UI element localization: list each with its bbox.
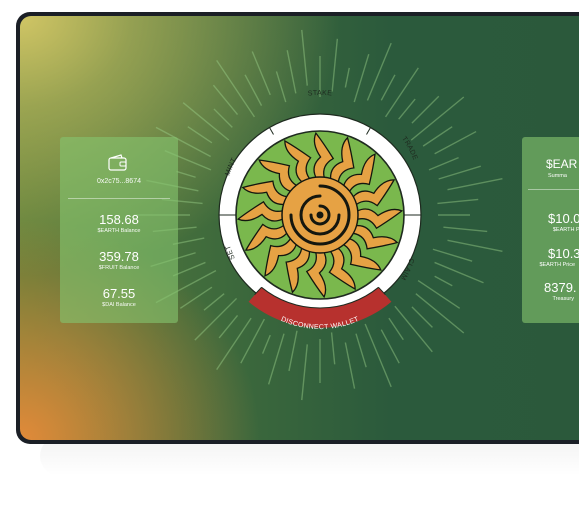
app-screen: 0x2c75...8674 158.68 $EARTH Balance 359.… — [20, 16, 579, 440]
action-wheel: STAKE TRADE CLAIM SET MINT DISCONNECT WA… — [218, 90, 422, 331]
stake-segment[interactable]: STAKE — [308, 90, 333, 98]
